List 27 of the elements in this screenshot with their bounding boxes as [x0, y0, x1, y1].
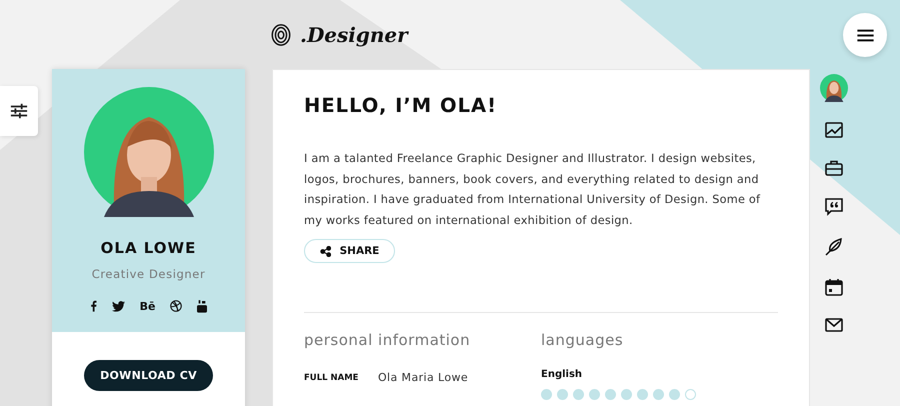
- profile-role: Creative Designer: [92, 267, 206, 281]
- share-icon: [320, 246, 331, 256]
- dribbble-icon[interactable]: [170, 300, 182, 312]
- sliders-icon: [10, 102, 28, 120]
- language-name: English: [541, 369, 584, 380]
- profile-name: OLA LOWE: [100, 239, 196, 257]
- briefcase-icon[interactable]: [825, 160, 843, 176]
- feather-icon[interactable]: [825, 238, 843, 256]
- mail-icon[interactable]: [825, 318, 843, 332]
- section-title: personal information: [304, 331, 472, 349]
- fingerprint-icon: [270, 24, 292, 46]
- calendar-icon[interactable]: [825, 278, 843, 296]
- behance-link[interactable]: Bē: [140, 300, 156, 312]
- twitter-icon[interactable]: [112, 300, 125, 312]
- quote-icon[interactable]: [825, 198, 843, 216]
- greeting-heading: HELLO, I’M OLA!: [304, 94, 498, 117]
- facebook-icon[interactable]: [90, 300, 97, 312]
- image-icon[interactable]: [825, 122, 843, 138]
- field-label: FULL NAME: [304, 372, 360, 382]
- menu-icon: [856, 28, 874, 42]
- field-value: Ola Maria Lowe: [378, 371, 468, 384]
- settings-tab[interactable]: [0, 86, 38, 136]
- download-cv-button[interactable]: DOWNLOAD CV: [84, 360, 213, 391]
- share-button[interactable]: SHARE: [304, 239, 395, 263]
- section-title: languages: [541, 331, 624, 349]
- bio-paragraph: I am a talanted Freelance Graphic Designer and Illustrator. I design websites, logos, brochures, banners, book covers, and everything related to design and inspiration. I have graduated from International University of Design. Some of my works featured on international exhibition of design.: [304, 151, 762, 228]
- logo-text: .Designer: [300, 22, 408, 46]
